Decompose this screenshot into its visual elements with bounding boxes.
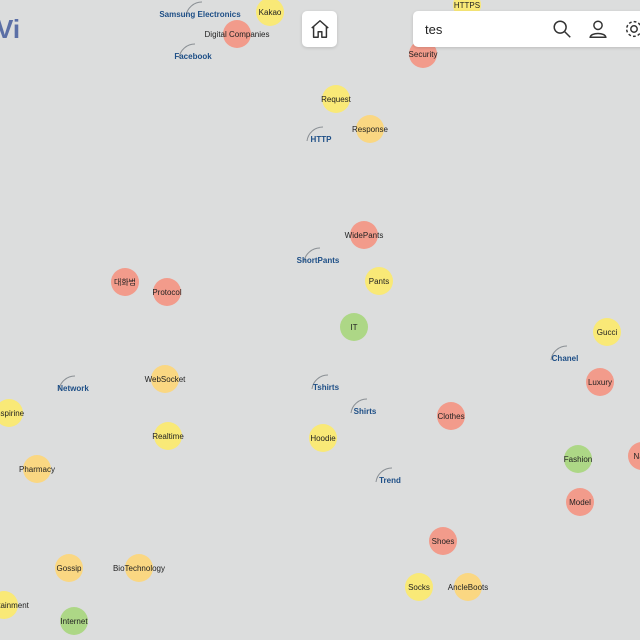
node-label: Samsung Electronics bbox=[159, 10, 241, 19]
topic-node[interactable]: Luxury bbox=[586, 368, 614, 396]
topic-node[interactable]: IT bbox=[340, 313, 368, 341]
topic-tag[interactable]: Network bbox=[57, 375, 89, 393]
topic-tag[interactable]: Trend bbox=[375, 467, 401, 485]
node-label: Network bbox=[57, 384, 89, 393]
node-label: Realtime bbox=[152, 432, 184, 441]
topic-tag[interactable]: Facebook bbox=[174, 43, 212, 61]
topic-node[interactable]: WidePants bbox=[345, 221, 384, 249]
topic-tag[interactable]: Tshirts bbox=[311, 374, 340, 392]
node-label: 대화법 bbox=[114, 277, 136, 287]
node-label: Internet bbox=[60, 617, 88, 626]
node-label: Clothes bbox=[437, 412, 464, 421]
node-label: WidePants bbox=[345, 231, 384, 240]
node-label: Luxury bbox=[588, 378, 612, 387]
topic-node[interactable]: Socks bbox=[405, 573, 433, 601]
node-label: Chanel bbox=[552, 354, 579, 363]
node-label: HTTPS bbox=[454, 1, 480, 10]
topic-node[interactable]: BioTechnology bbox=[113, 554, 165, 582]
node-label: Gucci bbox=[597, 328, 618, 337]
topic-node[interactable]: Realtime bbox=[152, 422, 184, 450]
home-icon bbox=[310, 20, 329, 38]
topic-node[interactable]: Hoodie bbox=[309, 424, 337, 452]
node-label: Fashion bbox=[564, 455, 592, 464]
home-button[interactable] bbox=[302, 11, 337, 47]
node-label: Gossip bbox=[57, 564, 82, 573]
node-label: Entertainment bbox=[0, 601, 30, 610]
node-label: Request bbox=[321, 95, 352, 104]
node-label: Facebook bbox=[174, 52, 212, 61]
topic-node[interactable]: Inspirine bbox=[0, 399, 25, 427]
topic-node[interactable]: Shoes bbox=[429, 527, 457, 555]
topic-node[interactable]: Kakao bbox=[256, 0, 284, 26]
node-label: AncleBoots bbox=[448, 583, 488, 592]
topic-node[interactable]: Protocol bbox=[152, 278, 182, 306]
node-label: Inspirine bbox=[0, 409, 25, 418]
node-label: Hoodie bbox=[310, 434, 336, 443]
topic-tag[interactable]: Shirts bbox=[350, 398, 377, 416]
node-label: Digital Companies bbox=[205, 30, 270, 39]
topic-node[interactable]: Model bbox=[566, 488, 594, 516]
mindmap-canvas[interactable]: Samsung Electronics Kakao Digital Companie… bbox=[0, 0, 640, 640]
topic-node[interactable]: Digital Companies bbox=[205, 20, 270, 48]
topic-node[interactable]: Response bbox=[352, 115, 389, 143]
topic-node[interactable]: Internet bbox=[60, 607, 88, 635]
node-label: Protocol bbox=[152, 288, 182, 297]
search-input[interactable] bbox=[425, 19, 535, 39]
settings-icon[interactable] bbox=[623, 18, 640, 40]
topic-node[interactable]: Entertainment bbox=[0, 591, 30, 619]
node-label: Pants bbox=[369, 277, 389, 286]
app-logo: Vi bbox=[0, 14, 21, 44]
topic-node[interactable]: Gucci bbox=[593, 318, 621, 346]
node-label: Nam bbox=[634, 452, 640, 461]
node-label: WebSocket bbox=[145, 375, 187, 384]
node-label: Security bbox=[409, 50, 438, 59]
topic-tag[interactable]: Samsung Electronics bbox=[159, 1, 241, 19]
search-bar bbox=[413, 11, 640, 47]
user-icon[interactable] bbox=[587, 18, 609, 40]
topic-node[interactable]: WebSocket bbox=[145, 365, 187, 393]
topic-node[interactable]: Request bbox=[321, 85, 352, 113]
node-label: HTTP bbox=[311, 135, 333, 144]
topic-node[interactable]: Fashion bbox=[564, 445, 592, 473]
node-label: Pharmacy bbox=[19, 465, 55, 474]
topic-node[interactable]: Clothes bbox=[437, 402, 465, 430]
topic-node[interactable]: AncleBoots bbox=[448, 573, 488, 601]
node-label: Shirts bbox=[354, 407, 377, 416]
topic-node[interactable]: 대화법 bbox=[111, 268, 139, 296]
topic-tag[interactable]: Chanel bbox=[550, 345, 579, 363]
topic-node[interactable]: Gossip bbox=[55, 554, 83, 582]
topic-node[interactable]: Nam bbox=[628, 442, 640, 470]
topic-node[interactable]: Pharmacy bbox=[19, 455, 55, 483]
node-label: Response bbox=[352, 125, 389, 134]
search-icon[interactable] bbox=[551, 18, 573, 40]
node-label: Shoes bbox=[432, 537, 455, 546]
topic-node[interactable]: Pants bbox=[365, 267, 393, 295]
topic-tag[interactable]: ShortPants bbox=[297, 247, 340, 265]
node-label: ShortPants bbox=[297, 256, 340, 265]
node-label: Socks bbox=[408, 583, 430, 592]
node-label: Kakao bbox=[259, 8, 282, 17]
node-label: Trend bbox=[379, 476, 401, 485]
node-label: BioTechnology bbox=[113, 564, 165, 573]
node-label: Tshirts bbox=[313, 383, 340, 392]
topic-tag[interactable]: HTTP bbox=[306, 126, 333, 144]
node-label: IT bbox=[350, 323, 357, 332]
node-label: Model bbox=[569, 498, 591, 507]
